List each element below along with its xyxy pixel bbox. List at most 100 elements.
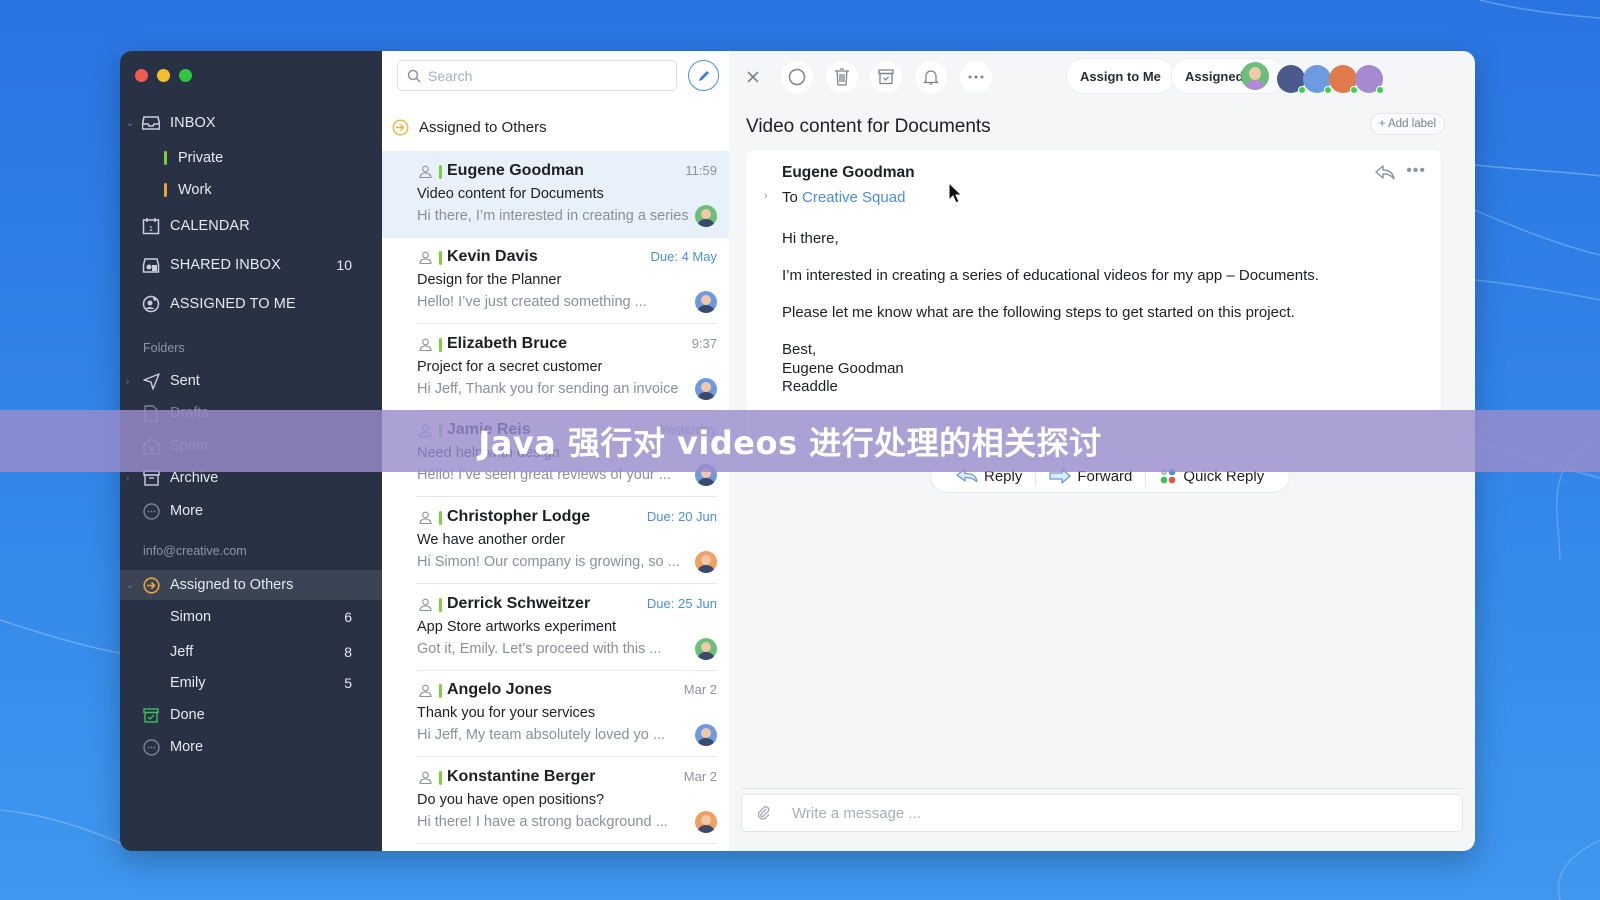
compose-button[interactable] xyxy=(688,60,719,91)
chevron-right-icon[interactable]: › xyxy=(126,473,129,484)
more-icon xyxy=(968,75,984,79)
sidebar-item-label: Done xyxy=(170,707,205,723)
archive-button[interactable] xyxy=(870,61,902,93)
inbox-icon xyxy=(142,114,160,132)
sidebar-item-emily[interactable]: Emily 5 xyxy=(120,667,382,699)
mark-button[interactable] xyxy=(781,61,813,93)
reply-icon[interactable] xyxy=(1374,164,1396,182)
svg-text:1: 1 xyxy=(149,225,153,233)
message-more-button[interactable]: ••• xyxy=(1406,162,1426,180)
sidebar-item-label: Work xyxy=(178,182,212,198)
calendar-icon: 1 xyxy=(142,217,160,235)
delete-button[interactable] xyxy=(826,61,858,93)
close-window-button[interactable] xyxy=(135,69,148,82)
sidebar-item-more-folders[interactable]: More xyxy=(120,495,382,527)
team-member-avatar[interactable] xyxy=(1355,65,1384,94)
search-field[interactable] xyxy=(397,60,677,91)
send-icon xyxy=(142,372,160,390)
message-subject: Video content for Documents xyxy=(746,116,991,137)
person-icon xyxy=(419,598,432,611)
remind-button[interactable] xyxy=(915,61,947,93)
attachment-icon[interactable] xyxy=(756,805,770,821)
message-preview: Hi there, I’m interested in creating a s… xyxy=(417,208,689,224)
more-button[interactable] xyxy=(960,61,992,93)
more-circle-icon xyxy=(142,738,160,756)
person-icon xyxy=(419,771,432,784)
unread-count: 8 xyxy=(344,644,352,660)
message-time: Mar 2 xyxy=(683,769,717,784)
message-row[interactable]: Christopher Lodge Due: 20 Jun We have anot… xyxy=(382,497,729,584)
folders-section-title: Folders xyxy=(143,341,185,355)
assigned-others-icon xyxy=(142,576,160,594)
chevron-right-icon[interactable]: › xyxy=(126,376,129,387)
message-subject: App Store artworks experiment xyxy=(417,619,617,635)
sidebar-item-assigned-to-me[interactable]: ASSIGNED TO ME xyxy=(120,288,382,320)
sidebar-item-label: ASSIGNED TO ME xyxy=(170,296,296,312)
chevron-right-icon[interactable]: › xyxy=(764,190,768,202)
maximize-window-button[interactable] xyxy=(179,69,192,82)
message-row[interactable]: Derrick Schweitzer Due: 25 Jun App Store a… xyxy=(382,584,729,671)
sidebar-item-simon[interactable]: Simon 6 xyxy=(120,601,382,633)
person-icon xyxy=(419,338,432,351)
sidebar-item-done[interactable]: Done xyxy=(120,699,382,731)
tag-color-marker xyxy=(439,511,442,525)
message-composer[interactable] xyxy=(741,794,1463,832)
sidebar-item-label: CALENDAR xyxy=(170,218,250,234)
online-status-dot xyxy=(1376,86,1384,94)
message-preview: Hi Jeff, Thank you for sending an invoic… xyxy=(417,381,679,397)
message-body: Hi there, I’m interested in creating a s… xyxy=(782,230,1319,397)
message-input[interactable] xyxy=(792,804,1392,822)
body-paragraph: I’m interested in creating a series of e… xyxy=(782,267,1319,284)
add-label-button[interactable]: + Add label xyxy=(1369,113,1445,135)
sidebar-item-inbox[interactable]: ⌄ INBOX xyxy=(120,107,382,139)
message-row[interactable]: Kevin Davis Due: 4 May Design for the Plan… xyxy=(382,237,729,324)
unread-count: 10 xyxy=(336,257,352,273)
divider xyxy=(417,843,717,844)
team-member-avatar[interactable] xyxy=(1277,65,1306,94)
team-member-avatar[interactable] xyxy=(1329,65,1358,94)
sidebar-item-calendar[interactable]: 1 CALENDAR xyxy=(120,210,382,242)
avatar xyxy=(695,291,717,313)
team-member-avatar[interactable] xyxy=(1303,65,1332,94)
sidebar-item-shared-inbox[interactable]: SHARED INBOX 10 xyxy=(120,249,382,281)
tag-color-marker xyxy=(439,338,442,352)
sidebar-item-label: Sent xyxy=(170,373,200,389)
chevron-down-icon[interactable]: ⌄ xyxy=(126,580,134,591)
sidebar-item-jeff[interactable]: Jeff 8 xyxy=(120,636,382,668)
assign-to-me-button[interactable]: Assign to Me xyxy=(1067,59,1174,93)
chevron-down-icon[interactable]: ⌄ xyxy=(126,118,134,129)
message-row[interactable]: Angelo Jones Mar 2 Thank you for your serv… xyxy=(382,670,729,757)
tag-color-marker xyxy=(439,684,442,698)
search-input[interactable] xyxy=(428,67,658,84)
sidebar-item-assigned-to-others[interactable]: ⌄ Assigned to Others xyxy=(120,570,382,600)
body-paragraph: Please let me know what are the followin… xyxy=(782,304,1295,321)
message-row[interactable]: Konstantine Berger Mar 2 Do you have open … xyxy=(382,757,729,844)
sidebar-item-label: Assigned to Others xyxy=(170,577,294,593)
message-preview: Hi Simon! Our company is growing, so ... xyxy=(417,554,680,570)
message-row[interactable]: Elizabeth Bruce 9:37 Project for a secret … xyxy=(382,324,729,411)
divider xyxy=(741,788,1463,789)
sidebar-item-work[interactable]: Work xyxy=(120,174,382,206)
sender-name: Eugene Goodman xyxy=(447,162,584,179)
sender-name: Christopher Lodge xyxy=(447,508,591,525)
mouse-pointer-icon xyxy=(948,182,962,204)
recipient-link[interactable]: Creative Squad xyxy=(802,189,905,206)
message-time: Due: 25 Jun xyxy=(646,596,717,611)
close-button[interactable] xyxy=(737,61,769,93)
message-subject: Thank you for your services xyxy=(417,705,596,721)
tag-color-marker xyxy=(439,165,442,179)
tag-color-marker xyxy=(164,151,167,165)
sidebar-item-more-account[interactable]: More xyxy=(120,731,382,763)
list-header: Assigned to Others xyxy=(392,119,547,136)
message-time: 11:59 xyxy=(685,163,717,178)
close-icon xyxy=(747,71,759,83)
sidebar-item-private[interactable]: Private xyxy=(120,142,382,174)
sidebar-item-label: Emily xyxy=(170,675,206,691)
minimize-window-button[interactable] xyxy=(157,69,170,82)
sidebar-item-sent[interactable]: › Sent xyxy=(120,365,382,397)
sidebar-item-label: Jeff xyxy=(170,644,194,660)
message-row[interactable]: Eugene Goodman 11:59 Video content for Doc… xyxy=(382,151,729,238)
team-avatars xyxy=(1277,65,1384,94)
sender-name: Kevin Davis xyxy=(447,248,538,265)
sidebar-item-label: SHARED INBOX xyxy=(170,257,281,273)
